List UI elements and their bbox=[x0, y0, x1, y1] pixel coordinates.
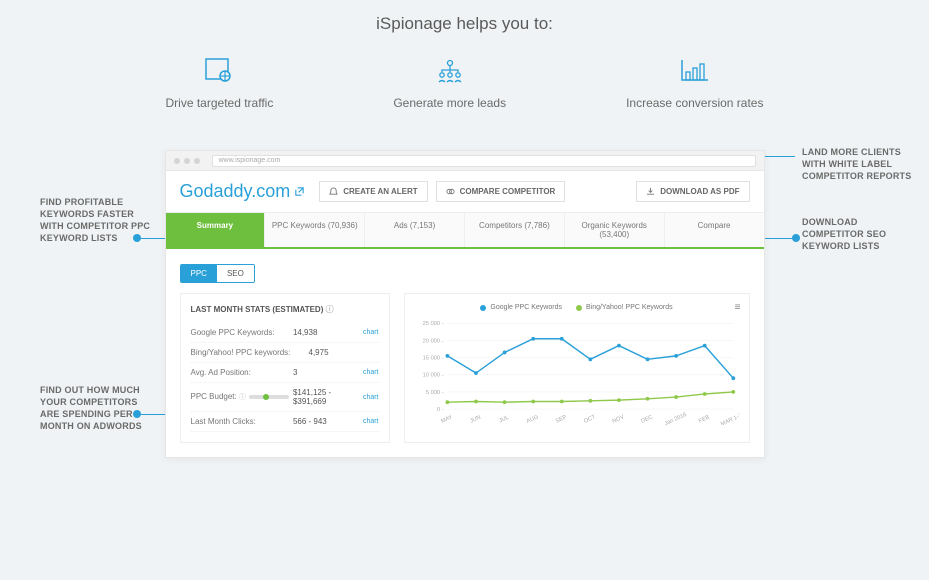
bell-icon bbox=[329, 187, 338, 196]
tab-summary[interactable]: Summary bbox=[166, 213, 265, 247]
svg-text:SEP: SEP bbox=[554, 414, 567, 424]
url-bar[interactable]: www.ispionage.com bbox=[212, 155, 756, 167]
compare-icon bbox=[446, 187, 455, 196]
tab-competitors[interactable]: Competitors (7,786) bbox=[464, 213, 564, 247]
svg-text:15 000 -: 15 000 - bbox=[422, 356, 443, 362]
svg-text:20 000 -: 20 000 - bbox=[422, 338, 443, 344]
stats-chart-link[interactable]: chart bbox=[363, 329, 379, 336]
stats-label: Avg. Ad Position: bbox=[191, 368, 293, 377]
svg-text:AUG: AUG bbox=[525, 414, 539, 425]
browser-mock: www.ispionage.com Godaddy.com CREATE AN … bbox=[165, 150, 765, 458]
tab-bar: Summary PPC Keywords (70,936) Ads (7,153… bbox=[166, 213, 764, 249]
callout-budget: FIND OUT HOW MUCH YOUR COMPETITORS ARE S… bbox=[40, 384, 155, 433]
domain-title[interactable]: Godaddy.com bbox=[180, 181, 306, 202]
svg-text:5 000 -: 5 000 - bbox=[425, 390, 443, 396]
stats-row: Last Month Clicks:566 - 943chart bbox=[191, 412, 379, 432]
create-alert-button[interactable]: CREATE AN ALERT bbox=[319, 181, 427, 202]
download-icon bbox=[646, 187, 655, 196]
diagram-area: LAND MORE CLIENTS WITH WHITE LABEL COMPE… bbox=[0, 150, 929, 458]
info-icon[interactable]: ⓘ bbox=[239, 394, 246, 401]
windowdot-icon bbox=[194, 158, 200, 164]
button-label: DOWNLOAD AS PDF bbox=[660, 187, 739, 196]
toggle-seo[interactable]: SEO bbox=[217, 265, 254, 282]
stats-value: 566 - 943 bbox=[293, 417, 363, 426]
svg-text:NOV: NOV bbox=[611, 414, 625, 425]
button-label: COMPARE COMPETITOR bbox=[460, 187, 556, 196]
windowdot-icon bbox=[184, 158, 190, 164]
budget-slider[interactable] bbox=[249, 395, 289, 399]
chart-panel: ≡ Google PPC Keywords Bing/Yahoo! PPC Ke… bbox=[404, 293, 750, 443]
svg-text:Jan 2016: Jan 2016 bbox=[663, 412, 687, 425]
connector-dot bbox=[133, 410, 141, 418]
svg-text:FEB: FEB bbox=[697, 414, 710, 424]
stats-value: 3 bbox=[293, 368, 363, 377]
stats-row: PPC Budget: ⓘ$141,125 - $391,669chart bbox=[191, 383, 379, 412]
feature-leads: Generate more leads bbox=[393, 56, 506, 110]
stats-chart-link[interactable]: chart bbox=[363, 394, 379, 401]
domain-text: Godaddy.com bbox=[180, 181, 291, 202]
browser-chrome-bar: www.ispionage.com bbox=[166, 151, 764, 171]
callout-seo-keywords: DOWNLOAD COMPETITOR SEO KEYWORD LISTS bbox=[802, 216, 917, 252]
stats-label: Last Month Clicks: bbox=[191, 417, 293, 426]
chart-menu-icon[interactable]: ≡ bbox=[735, 302, 741, 313]
stats-panel: LAST MONTH STATS (ESTIMATED) ⓘ Google PP… bbox=[180, 293, 390, 443]
svg-text:25 000 -: 25 000 - bbox=[422, 321, 443, 327]
button-label: CREATE AN ALERT bbox=[343, 187, 417, 196]
info-icon[interactable]: ⓘ bbox=[326, 305, 334, 314]
stats-value: 4,975 bbox=[309, 348, 379, 357]
tab-content: PPC SEO LAST MONTH STATS (ESTIMATED) ⓘ G… bbox=[166, 249, 764, 457]
feature-label: Increase conversion rates bbox=[626, 96, 763, 110]
svg-text:JUL: JUL bbox=[498, 415, 510, 425]
stats-title: LAST MONTH STATS (ESTIMATED) ⓘ bbox=[191, 304, 379, 315]
target-icon bbox=[166, 56, 274, 86]
stats-value: $141,125 - $391,669 bbox=[293, 388, 363, 406]
svg-text:JUN: JUN bbox=[469, 415, 482, 425]
stats-row: Bing/Yahoo! PPC keywords:4,975 bbox=[191, 343, 379, 363]
svg-text:DEC: DEC bbox=[640, 414, 653, 425]
windowdot-icon bbox=[174, 158, 180, 164]
tab-ads[interactable]: Ads (7,153) bbox=[364, 213, 464, 247]
stats-label: Bing/Yahoo! PPC keywords: bbox=[191, 348, 309, 357]
chart-legend: Google PPC Keywords Bing/Yahoo! PPC Keyw… bbox=[415, 304, 739, 311]
features-row: Drive targeted traffic Generate more lea… bbox=[0, 56, 929, 110]
stats-row: Google PPC Keywords:14,938chart bbox=[191, 323, 379, 343]
connector-dot bbox=[133, 234, 141, 242]
chart-icon bbox=[626, 56, 763, 86]
feature-label: Drive targeted traffic bbox=[166, 96, 274, 110]
tab-compare[interactable]: Compare bbox=[664, 213, 764, 247]
stats-chart-link[interactable]: chart bbox=[363, 418, 379, 425]
feature-label: Generate more leads bbox=[393, 96, 506, 110]
toggle-ppc[interactable]: PPC bbox=[181, 265, 217, 282]
svg-text:MAR 1-16: MAR 1-16 bbox=[719, 411, 738, 425]
stats-value: 14,938 bbox=[293, 328, 363, 337]
download-pdf-button[interactable]: DOWNLOAD AS PDF bbox=[636, 181, 749, 202]
app-toolbar: Godaddy.com CREATE AN ALERT COMPARE COMP… bbox=[166, 171, 764, 213]
ppc-seo-toggle[interactable]: PPC SEO bbox=[180, 264, 255, 283]
legend-bing: Bing/Yahoo! PPC Keywords bbox=[576, 304, 673, 311]
callout-reports: LAND MORE CLIENTS WITH WHITE LABEL COMPE… bbox=[802, 146, 917, 182]
connector-dot bbox=[792, 234, 800, 242]
svg-text:0 -: 0 - bbox=[436, 407, 443, 413]
tab-organic-keywords[interactable]: Organic Keywords (53,400) bbox=[564, 213, 664, 247]
stats-label: PPC Budget: ⓘ bbox=[191, 392, 293, 402]
compare-competitor-button[interactable]: COMPARE COMPETITOR bbox=[436, 181, 566, 202]
svg-text:MAY: MAY bbox=[440, 414, 454, 425]
legend-google: Google PPC Keywords bbox=[480, 304, 562, 311]
page-title: iSpionage helps you to: bbox=[0, 0, 929, 56]
external-link-icon bbox=[294, 186, 305, 197]
svg-text:OCT: OCT bbox=[583, 414, 597, 425]
svg-text:10 000 -: 10 000 - bbox=[422, 373, 443, 379]
line-chart: 0 - 5 000 - 10 000 - 15 000 - 20 000 - 25 000… bbox=[415, 315, 739, 425]
tab-ppc-keywords[interactable]: PPC Keywords (70,936) bbox=[264, 213, 364, 247]
feature-conversion: Increase conversion rates bbox=[626, 56, 763, 110]
hierarchy-icon bbox=[393, 56, 506, 86]
feature-traffic: Drive targeted traffic bbox=[166, 56, 274, 110]
stats-chart-link[interactable]: chart bbox=[363, 369, 379, 376]
stats-label: Google PPC Keywords: bbox=[191, 328, 293, 337]
stats-row: Avg. Ad Position:3chart bbox=[191, 363, 379, 383]
